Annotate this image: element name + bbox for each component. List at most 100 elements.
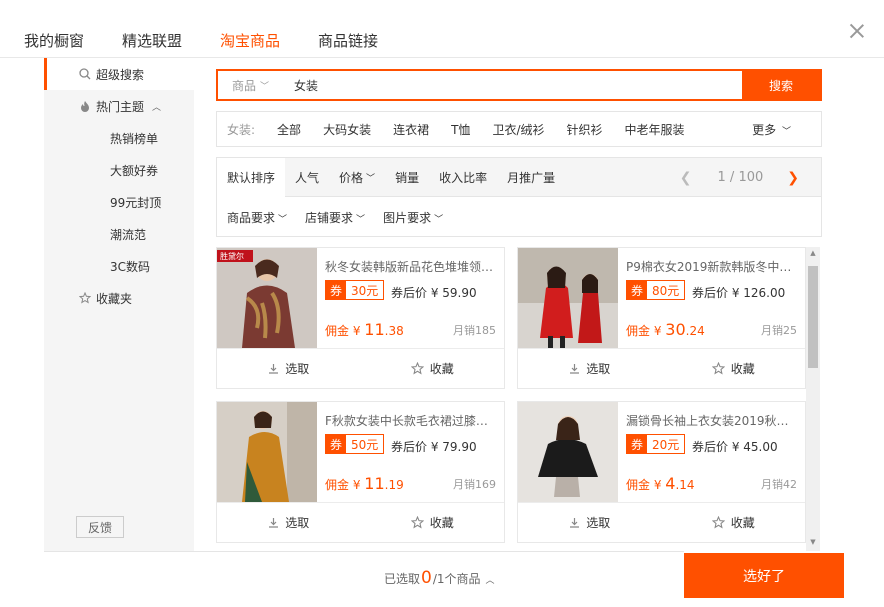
product-title[interactable]: P9棉衣女2019新款韩版冬中… — [626, 258, 801, 275]
sidebar-sub-item[interactable]: 热销榜单 — [110, 130, 158, 147]
product-card: 漏锁骨长袖上衣女装2019秋… 券 20元 券后价 ¥ 45.00 佣金 ¥ 4… — [517, 401, 806, 543]
monthly-sales: 月销185 — [453, 324, 496, 337]
category-item[interactable]: 连衣裙 — [393, 121, 429, 138]
select-button[interactable]: 选取 — [518, 349, 662, 388]
sort-income-ratio[interactable]: 收入比率 — [429, 158, 497, 197]
download-icon — [570, 518, 580, 528]
chevron-left-icon[interactable]: ❮ — [680, 170, 692, 186]
sort-popularity[interactable]: 人气 — [285, 158, 329, 197]
sidebar-sub-item[interactable]: 潮流范 — [110, 226, 146, 243]
commission-prefix: 佣金 ¥ — [626, 324, 666, 338]
after-coupon-price: 券后价 ¥ 79.90 — [391, 440, 477, 454]
collect-button[interactable]: 收藏 — [662, 503, 806, 542]
sidebar-sub-item[interactable]: 99元封顶 — [110, 194, 161, 211]
search-bar: 商品 ﹀ 搜索 — [216, 69, 822, 101]
card-actions: 选取 收藏 — [217, 502, 504, 542]
collect-button[interactable]: 收藏 — [361, 349, 505, 388]
tab-product-link[interactable]: 商品链接 — [318, 30, 378, 52]
sort-row: 默认排序 人气 价格 ﹀ 销量 收入比率 月推广量 ❮ 1 / 100 ❯ — [217, 157, 821, 197]
coupon-value: 20元 — [652, 437, 680, 452]
sidebar-item-super-search[interactable]: 超级搜索 — [44, 58, 194, 90]
search-button[interactable]: 搜索 — [742, 71, 820, 99]
select-button[interactable]: 选取 — [217, 503, 361, 542]
collect-label: 收藏 — [730, 362, 755, 376]
product-title[interactable]: 漏锁骨长袖上衣女装2019秋… — [626, 412, 801, 429]
sort-price[interactable]: 价格 ﹀ — [329, 158, 385, 197]
pagination: ❮ 1 / 100 ❯ — [680, 158, 799, 197]
coupon-badge: 券 30元 — [325, 280, 385, 300]
collect-button[interactable]: 收藏 — [662, 349, 806, 388]
coupon-tag: 券 — [326, 435, 346, 453]
commission: 佣金 ¥ 11.19 — [325, 474, 404, 493]
coupon-tag: 券 — [627, 281, 647, 299]
scrollbar-thumb[interactable] — [808, 266, 818, 368]
search-type-select[interactable]: 商品 ﹀ — [218, 71, 284, 99]
tab-taobao-products[interactable]: 淘宝商品 — [220, 30, 280, 52]
chevron-down-icon: ﹀ — [434, 214, 444, 225]
category-item[interactable]: 全部 — [277, 121, 301, 138]
chevron-right-icon[interactable]: ❯ — [787, 170, 799, 186]
collect-button[interactable]: 收藏 — [361, 503, 505, 542]
brand-logo-text: 胜黛尔 — [220, 251, 244, 261]
coupon-value: 50元 — [351, 437, 379, 452]
card-actions: 选取 收藏 — [518, 348, 805, 388]
coupon-badge: 券 20元 — [626, 434, 686, 454]
coupon-value: 80元 — [652, 283, 680, 298]
selected-count-toggle[interactable]: 已选取 0 /1个商品 ︿ — [384, 568, 495, 588]
search-input[interactable] — [284, 71, 742, 99]
tab-my-showcase[interactable]: 我的橱窗 — [24, 30, 84, 52]
monthly-sales: 月销169 — [453, 478, 496, 491]
sidebar-item-favorites[interactable]: 收藏夹 — [44, 282, 194, 314]
chevron-down-icon: ﹀ — [781, 126, 791, 137]
feedback-button[interactable]: 反馈 — [76, 516, 124, 538]
star-icon — [711, 516, 725, 529]
sort-monthly-promotion[interactable]: 月推广量 — [497, 158, 565, 197]
tab-selected-alliance[interactable]: 精选联盟 — [122, 30, 182, 52]
more-categories-button[interactable]: 更多 ﹀ — [752, 121, 791, 138]
product-image[interactable] — [217, 402, 317, 502]
select-button[interactable]: 选取 — [518, 503, 662, 542]
close-icon[interactable] — [848, 22, 866, 40]
sort-sales[interactable]: 销量 — [385, 158, 429, 197]
sidebar-item-hot-topics[interactable]: 热门主题 ︿ — [44, 90, 194, 122]
commission-int: 11 — [364, 474, 385, 493]
scroll-up-arrow-icon[interactable]: ▲ — [808, 249, 818, 259]
commission-dec: .24 — [685, 324, 705, 338]
filter-product-requirements[interactable]: 商品要求 ﹀ — [227, 209, 287, 226]
chevron-down-icon: ﹀ — [366, 173, 376, 184]
sort-default[interactable]: 默认排序 — [217, 157, 286, 197]
category-item[interactable]: 针织衫 — [566, 121, 602, 138]
select-button[interactable]: 选取 — [217, 349, 361, 388]
category-item[interactable]: T恤 — [451, 121, 470, 138]
sidebar-sub-item[interactable]: 大额好券 — [110, 162, 158, 179]
download-icon — [269, 518, 279, 528]
chevron-down-icon: ﹀ — [356, 214, 366, 225]
product-title[interactable]: F秋款女装中长款毛衣裙过膝… — [325, 412, 500, 429]
filter-shop-requirements[interactable]: 店铺要求 ﹀ — [305, 209, 365, 226]
after-coupon-price: 券后价 ¥ 45.00 — [692, 440, 778, 454]
more-label: 更多 — [752, 122, 777, 137]
product-title[interactable]: 秋冬女装韩版新品花色堆堆领… — [325, 258, 500, 275]
select-label: 选取 — [586, 516, 611, 530]
divider — [44, 551, 684, 552]
sidebar-sub-item[interactable]: 3C数码 — [110, 258, 150, 275]
sidebar: 超级搜索 热门主题 ︿ 热销榜单 大额好券 99元封顶 潮流范 3C数码 收藏夹… — [44, 58, 194, 551]
commission: 佣金 ¥ 11.38 — [325, 320, 404, 339]
category-item[interactable]: 卫衣/绒衫 — [492, 121, 544, 138]
product-card: P9棉衣女2019新款韩版冬中… 券 80元 券后价 ¥ 126.00 佣金 ¥… — [517, 247, 806, 389]
product-image[interactable] — [518, 402, 618, 502]
product-image[interactable] — [518, 248, 618, 348]
category-item[interactable]: 大码女装 — [323, 121, 371, 138]
after-coupon-price: 券后价 ¥ 59.90 — [391, 286, 477, 300]
selected-count: 0 — [421, 568, 432, 588]
category-item[interactable]: 中老年服装 — [625, 121, 685, 138]
top-tabs: 我的橱窗 精选联盟 淘宝商品 商品链接 — [24, 30, 416, 52]
card-actions: 选取 收藏 — [217, 348, 504, 388]
select-label: 选取 — [586, 362, 611, 376]
collect-label: 收藏 — [429, 362, 454, 376]
page-indicator: 1 / 100 — [717, 170, 764, 185]
product-image[interactable]: 胜黛尔 — [217, 248, 317, 348]
scroll-down-arrow-icon[interactable]: ▼ — [808, 538, 818, 548]
done-button[interactable]: 选好了 — [684, 553, 844, 598]
filter-image-requirements[interactable]: 图片要求 ﹀ — [383, 209, 443, 226]
